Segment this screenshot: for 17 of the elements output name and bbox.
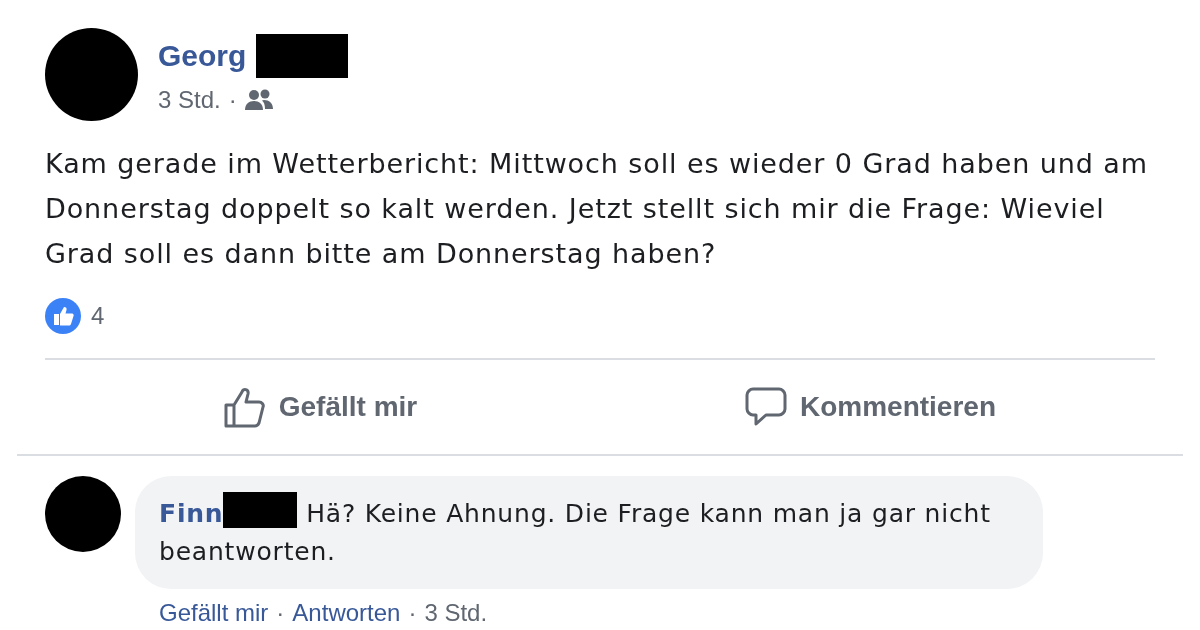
separator-dot: ·: [228, 86, 237, 114]
author-name[interactable]: Finn: [159, 499, 224, 528]
comment-action-link[interactable]: Antworten: [292, 599, 401, 627]
comment-bubble: Finn Hä? Keine Ahnung. Die Frage kann man ja gar nicht beantworten.: [135, 476, 1043, 589]
like-count[interactable]: 4: [91, 302, 105, 330]
author-name[interactable]: Georg: [158, 39, 247, 73]
comment-action-link[interactable]: Gefällt mir: [159, 599, 269, 627]
like-button[interactable]: Gefällt mir: [45, 385, 595, 429]
separator-dot: ·: [276, 599, 285, 627]
separator-dot: ·: [408, 599, 417, 627]
comment-time: 3 Std.: [424, 599, 488, 627]
post-text: Kam gerade im Wetterbericht: Mittwoch soll es wieder 0 Grad haben und am Donnerstag doppelt so kalt werden. Jetzt stellt sich mir die Frage: Wieviel Grad soll es dann bitte am Donnerstag haben?: [45, 147, 1149, 271]
thumbs-up-icon: [222, 385, 267, 429]
comment-button[interactable]: Kommentieren: [595, 385, 1145, 429]
friends-icon[interactable]: [244, 89, 273, 111]
post-time[interactable]: 3 Std.: [158, 86, 221, 114]
like-icon[interactable]: [45, 298, 81, 334]
